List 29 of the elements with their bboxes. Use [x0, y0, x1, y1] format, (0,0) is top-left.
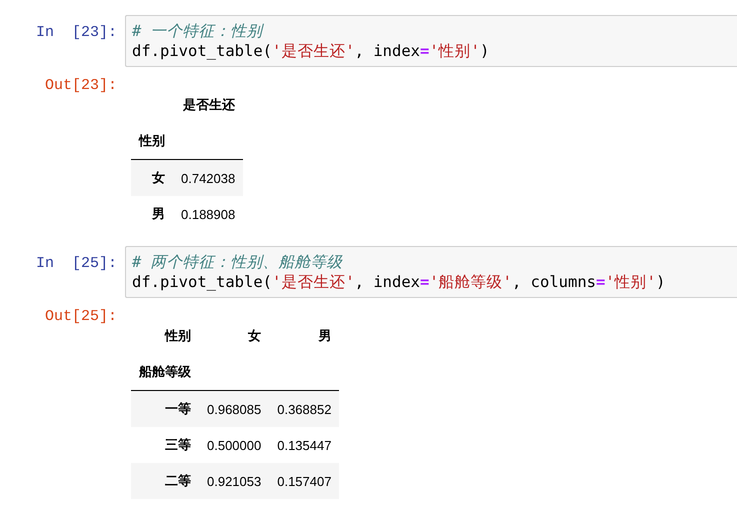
table-cell: 0.188908	[173, 196, 244, 232]
index-cell: 二等	[131, 463, 199, 499]
input-prompt: In [25]:	[34, 254, 118, 272]
header-cell-text: 女	[247, 327, 262, 345]
table-cell: 0.135447	[269, 427, 340, 463]
input-prompt: In [23]:	[34, 23, 118, 41]
header-cell: 性别	[131, 123, 173, 160]
table-cell: 0.157407	[269, 463, 340, 499]
header-cell-text: 男	[317, 327, 332, 345]
table-cell: 0.742038	[173, 160, 244, 196]
header-cell-text: 性别	[164, 327, 192, 345]
index-cell: 女	[131, 160, 173, 196]
code-line: df.pivot_table('是否生还', index='船舱等级', columns='性别')	[132, 272, 666, 292]
table-cell: 0.368852	[269, 390, 340, 427]
table-cell: 0.500000	[199, 427, 270, 463]
output-prompt: Out[25]:	[44, 307, 118, 325]
header-cell: 船舱等级	[131, 354, 199, 390]
index-cell: 一等	[131, 390, 199, 427]
output-prompt: Out[23]:	[44, 76, 118, 94]
code-input-cell[interactable]: # 一个特征：性别 df.pivot_table('是否生还', index='性别')	[125, 15, 737, 67]
code-line: df.pivot_table('是否生还', index='性别')	[132, 41, 490, 61]
code-comment: # 一个特征：性别	[132, 21, 265, 41]
code-input-cell[interactable]: # 两个特征：性别、船舱等级 df.pivot_table('是否生还', index='船舱等级', columns='性别')	[125, 246, 737, 298]
index-cell: 男	[131, 196, 173, 232]
header-cell-text: 是否生还	[182, 96, 236, 114]
index-cell: 三等	[131, 427, 199, 463]
code-comment: # 两个特征：性别、船舱等级	[132, 252, 344, 272]
table-cell: 0.921053	[199, 463, 270, 499]
table-cell: 0.968085	[199, 390, 270, 427]
